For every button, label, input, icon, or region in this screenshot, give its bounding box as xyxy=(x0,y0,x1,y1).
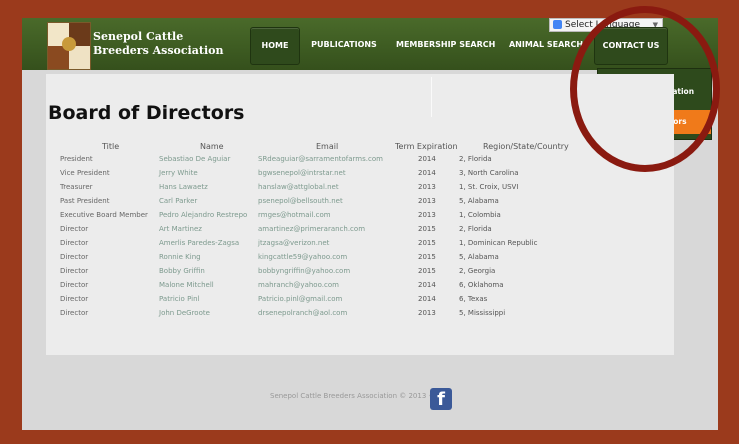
nav-publications[interactable]: PUBLICATIONS xyxy=(307,27,381,63)
cell-title: Vice President xyxy=(60,169,110,177)
header-title: Title xyxy=(102,142,120,151)
association-logo[interactable] xyxy=(47,22,91,70)
cell-title: Director xyxy=(60,239,89,247)
cell-email[interactable]: psenepol@bellsouth.net xyxy=(258,197,343,205)
cell-name: Malone Mitchell xyxy=(159,281,214,289)
cell-email[interactable]: bgwsenepol@intrstar.net xyxy=(258,169,346,177)
cell-region: 5, Alabama xyxy=(459,197,499,205)
nav-home[interactable]: HOME xyxy=(250,27,300,65)
cell-title: President xyxy=(60,155,93,163)
cell-name: Carl Parker xyxy=(159,197,198,205)
cell-title: Director xyxy=(60,281,89,289)
header-email: Email xyxy=(316,142,339,151)
cell-region: 1, St. Croix, USVI xyxy=(459,183,519,191)
cell-name: Jerry White xyxy=(159,169,198,177)
header-name: Name xyxy=(200,142,224,151)
cell-term: 2014 xyxy=(418,155,436,163)
cell-region: 6, Oklahoma xyxy=(459,281,504,289)
cell-term: 2015 xyxy=(418,253,436,261)
cell-region: 1, Dominican Republic xyxy=(459,239,538,247)
nav-animal-search[interactable]: ANIMAL SEARCH xyxy=(508,27,584,63)
nav-membership-search[interactable]: MEMBERSHIP SEARCH xyxy=(396,27,495,63)
cell-name: Hans Lawaetz xyxy=(159,183,208,191)
cell-title: Director xyxy=(60,267,89,275)
cell-email[interactable]: Patricio.pinl@gmail.com xyxy=(258,295,342,303)
cell-title: Director xyxy=(60,225,89,233)
cell-email[interactable]: jtzagsa@verizon.net xyxy=(258,239,329,247)
cell-term: 2014 xyxy=(418,281,436,289)
facebook-icon[interactable]: f xyxy=(430,388,452,410)
header-term-expiration: Term Expiration xyxy=(395,142,458,151)
cell-name: Bobby Griffin xyxy=(159,267,205,275)
cell-email[interactable]: kingcattle59@yahoo.com xyxy=(258,253,347,261)
cell-title: Treasurer xyxy=(60,183,93,191)
cell-email[interactable]: hanslaw@attglobal.net xyxy=(258,183,339,191)
highlight-circle xyxy=(570,6,720,172)
cell-name: Sebastiao De Aguiar xyxy=(159,155,231,163)
cell-region: 1, Colombia xyxy=(459,211,501,219)
cell-term: 2013 xyxy=(418,211,436,219)
cell-region: 5, Alabama xyxy=(459,253,499,261)
cell-name: Ronnie King xyxy=(159,253,201,261)
cell-email[interactable]: rmges@hotmail.com xyxy=(258,211,331,219)
brand-name[interactable]: Senepol Cattle Breeders Association xyxy=(93,30,223,58)
cell-term: 2013 xyxy=(418,309,436,317)
cell-term: 2015 xyxy=(418,267,436,275)
column-divider xyxy=(431,77,432,117)
cell-title: Director xyxy=(60,295,89,303)
cell-email[interactable]: drsenepolranch@aol.com xyxy=(258,309,347,317)
cell-region: 2, Florida xyxy=(459,155,492,163)
cell-term: 2015 xyxy=(418,239,436,247)
cell-email[interactable]: mahranch@yahoo.com xyxy=(258,281,339,289)
cell-title: Past President xyxy=(60,197,110,205)
header-region: Region/State/Country xyxy=(483,142,569,151)
cell-name: Art Martinez xyxy=(159,225,202,233)
cell-name: John DeGroote xyxy=(159,309,210,317)
cell-term: 2013 xyxy=(418,183,436,191)
cell-email[interactable]: amartinez@primeraranch.com xyxy=(258,225,365,233)
cell-name: Pedro Alejandro Restrepo xyxy=(159,211,248,219)
cell-term: 2014 xyxy=(418,295,436,303)
cell-term: 2015 xyxy=(418,225,436,233)
cell-region: 6, Texas xyxy=(459,295,488,303)
brand-line-1: Senepol Cattle xyxy=(93,30,184,43)
footer-copyright: Senepol Cattle Breeders Association © 20… xyxy=(270,392,433,400)
cell-title: Executive Board Member xyxy=(60,211,148,219)
cell-term: 2013 xyxy=(418,197,436,205)
cell-title: Director xyxy=(60,309,89,317)
cell-name: Patricio Pinl xyxy=(159,295,200,303)
cell-email[interactable]: bobbyngriffin@yahoo.com xyxy=(258,267,350,275)
cell-title: Director xyxy=(60,253,89,261)
page-title: Board of Directors xyxy=(48,102,245,124)
cell-region: 2, Georgia xyxy=(459,267,496,275)
brand-line-2: Breeders Association xyxy=(93,44,224,57)
cell-name: Amerlis Paredes-Zagsa xyxy=(159,239,240,247)
cell-email[interactable]: SRdeaguiar@sarramentofarms.com xyxy=(258,155,383,163)
cell-region: 5, Mississippi xyxy=(459,309,506,317)
cell-region: 3, North Carolina xyxy=(459,169,519,177)
cell-term: 2014 xyxy=(418,169,436,177)
cell-region: 2, Florida xyxy=(459,225,492,233)
